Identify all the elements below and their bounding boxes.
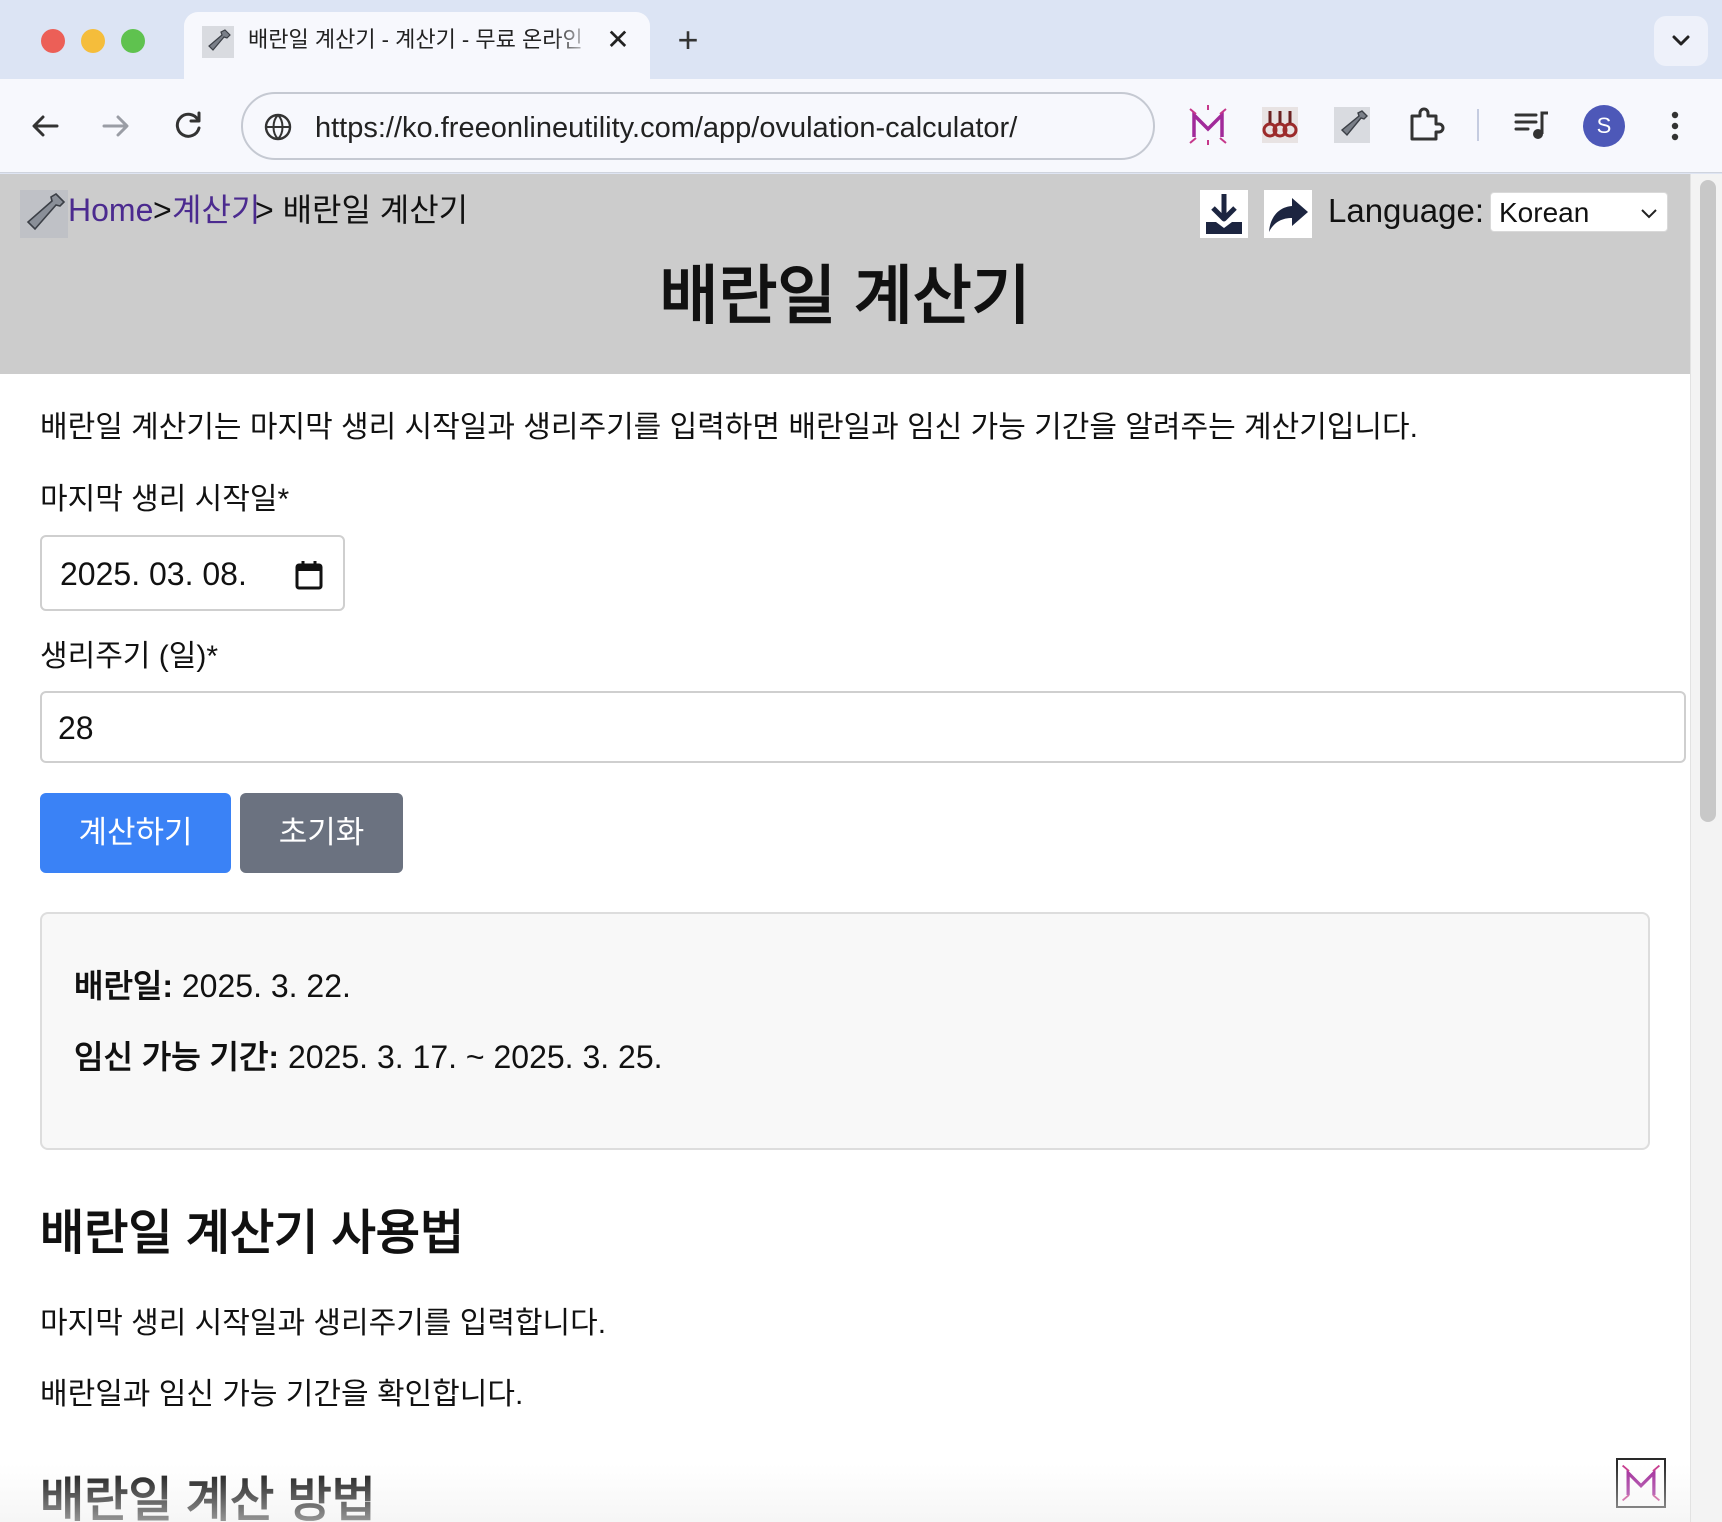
forward-arrow-icon[interactable] xyxy=(96,106,136,146)
profile-avatar[interactable]: S xyxy=(1583,105,1625,147)
page-title: 배란일 계산기 xyxy=(659,260,1031,332)
howto-step-1: 마지막 생리 시작일과 생리주기를 입력합니다. xyxy=(40,1307,607,1340)
cycle-length-label: 생리주기 (일)* xyxy=(40,640,218,673)
browser-menu-icon[interactable] xyxy=(1660,105,1690,147)
tab-title: 배란일 계산기 - 계산기 - 무료 온라인 xyxy=(248,25,594,55)
browser-tab-active[interactable]: 배란일 계산기 - 계산기 - 무료 온라인 ✕ xyxy=(184,12,650,79)
floating-extension-m-icon[interactable] xyxy=(1616,1458,1666,1508)
breadcrumb-home-link[interactable]: Home xyxy=(68,190,153,230)
reset-button[interactable]: 초기화 xyxy=(240,793,403,873)
ovulation-date-label: 배란일: xyxy=(74,968,173,1004)
calculate-button[interactable]: 계산하기 xyxy=(40,793,231,873)
language-label: Language: xyxy=(1328,192,1484,229)
new-tab-button[interactable]: + xyxy=(670,20,706,60)
media-controls-icon[interactable] xyxy=(1509,103,1553,147)
breadcrumb-current: > 배란일 계산기 xyxy=(255,192,469,228)
back-arrow-icon[interactable] xyxy=(25,106,65,146)
fertile-window-label: 임신 가능 기간: xyxy=(74,1039,280,1075)
language-select-value: Korean xyxy=(1499,197,1590,228)
share-icon[interactable] xyxy=(1264,190,1312,238)
chevron-down-icon xyxy=(1641,209,1657,219)
breadcrumb-separator: > xyxy=(153,192,172,228)
window-maximize-button[interactable] xyxy=(121,29,145,53)
howto-heading: 배란일 계산기 사용법 xyxy=(40,1207,465,1260)
browser-toolbar: https://ko.freeonlineutility.com/app/ovu… xyxy=(0,79,1722,173)
tab-close-icon[interactable]: ✕ xyxy=(602,24,634,56)
extension-bottles-icon[interactable] xyxy=(1258,103,1302,147)
page-scrollbar[interactable] xyxy=(1690,174,1722,1522)
last-period-date-input[interactable]: 2025. 03. 08. xyxy=(40,535,345,611)
window-close-button[interactable] xyxy=(41,29,65,53)
last-period-date-value: 2025. 03. 08. xyxy=(60,556,247,592)
ovulation-date-value: 2025. 3. 22. xyxy=(172,968,351,1004)
extension-m-icon[interactable] xyxy=(1186,103,1230,147)
toolbar-separator xyxy=(1477,109,1479,141)
tab-search-button[interactable] xyxy=(1654,16,1708,66)
site-header: Home > 계산기 > 배란일 계산기 Language: Korean 배란… xyxy=(0,174,1690,374)
window-minimize-button[interactable] xyxy=(81,29,105,53)
scrollbar-thumb[interactable] xyxy=(1700,180,1716,822)
calendar-icon[interactable] xyxy=(294,559,324,591)
last-period-label: 마지막 생리 시작일* xyxy=(40,483,290,516)
reload-icon[interactable] xyxy=(168,106,208,146)
howto-step-2: 배란일과 임신 가능 기간을 확인합니다. xyxy=(40,1378,524,1411)
extension-wrench-icon[interactable] xyxy=(1330,103,1374,147)
site-info-icon[interactable] xyxy=(263,112,293,142)
ovulation-date-row: 배란일: 2025. 3. 22. xyxy=(74,966,351,1006)
method-heading: 배란일 계산 방법 xyxy=(40,1474,376,1522)
address-bar-url: https://ko.freeonlineutility.com/app/ovu… xyxy=(315,112,1018,144)
extensions-puzzle-icon[interactable] xyxy=(1403,103,1447,147)
fertile-window-row: 임신 가능 기간: 2025. 3. 17. ~ 2025. 3. 25. xyxy=(74,1037,663,1077)
breadcrumb-category-link[interactable]: 계산기 xyxy=(172,190,260,230)
cycle-length-input[interactable]: 28 xyxy=(40,691,1686,763)
browser-tab-bar: 배란일 계산기 - 계산기 - 무료 온라인 ✕ + xyxy=(0,0,1722,79)
intro-text: 배란일 계산기는 마지막 생리 시작일과 생리주기를 입력하면 배란일과 임신 … xyxy=(40,411,1418,444)
language-select[interactable]: Korean xyxy=(1490,192,1668,232)
download-icon[interactable] xyxy=(1200,190,1248,238)
site-logo-wrench-icon[interactable] xyxy=(20,190,68,238)
wrench-favicon-icon xyxy=(202,26,234,58)
address-bar[interactable]: https://ko.freeonlineutility.com/app/ovu… xyxy=(241,92,1155,160)
page-viewport: Home > 계산기 > 배란일 계산기 Language: Korean 배란… xyxy=(0,174,1722,1522)
cycle-length-value: 28 xyxy=(58,710,94,746)
result-panel: 배란일: 2025. 3. 22. 임신 가능 기간: 2025. 3. 17.… xyxy=(40,912,1650,1150)
chevron-down-icon xyxy=(1672,35,1690,46)
fertile-window-value: 2025. 3. 17. ~ 2025. 3. 25. xyxy=(279,1039,663,1075)
